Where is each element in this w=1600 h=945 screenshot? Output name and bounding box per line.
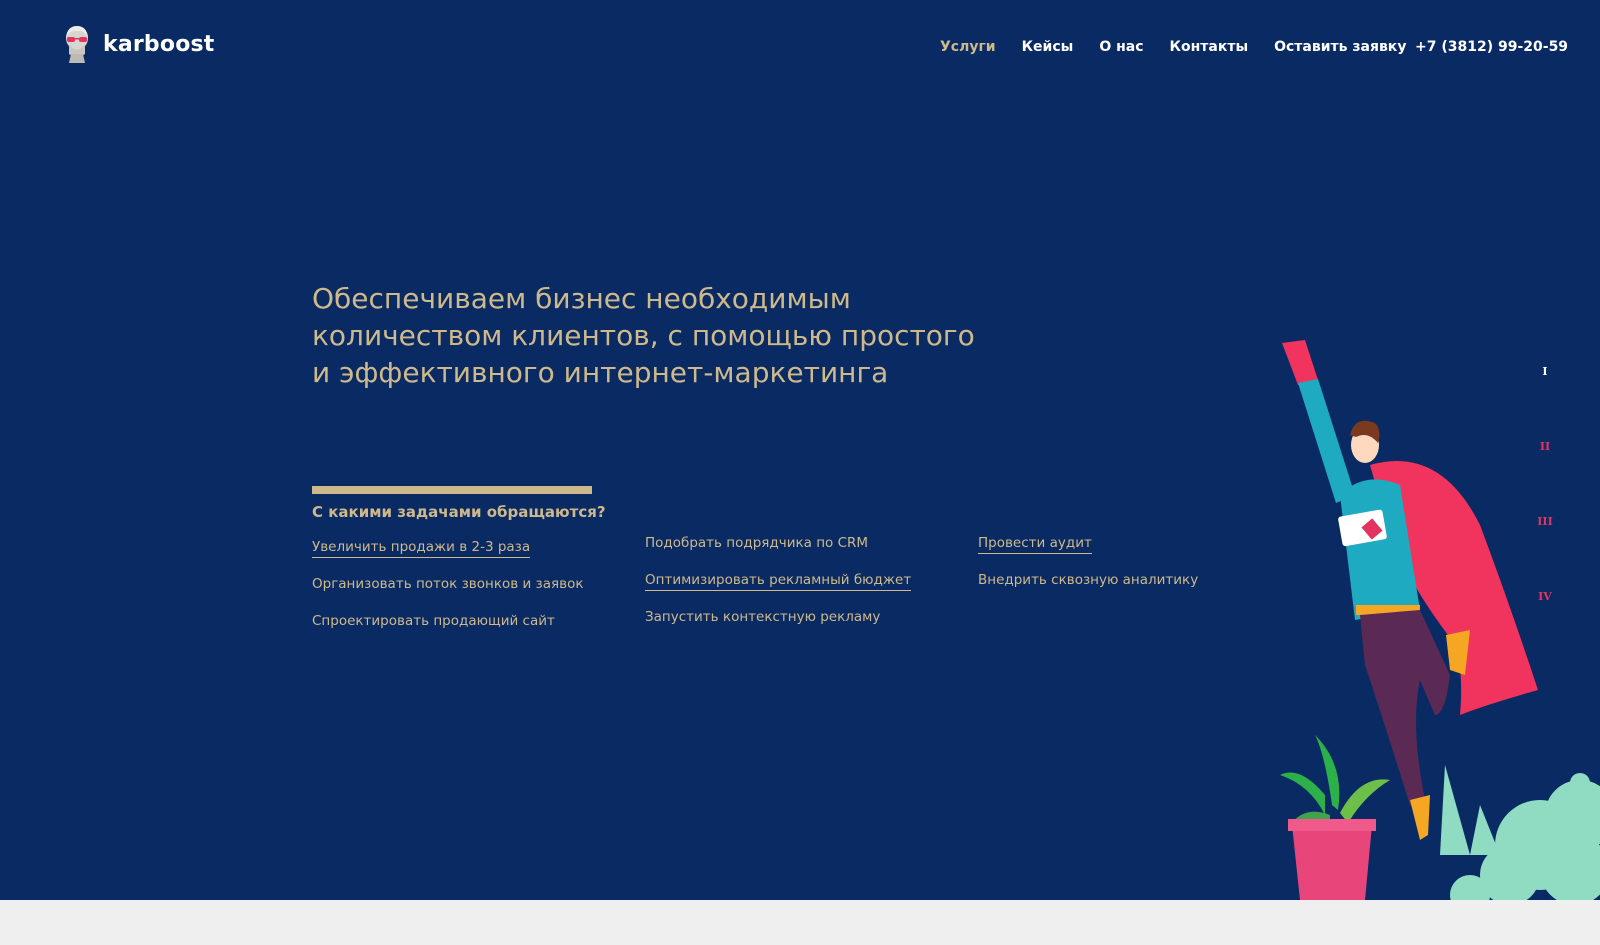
footer-strip: [0, 900, 1600, 945]
smoke-cloud-icon: [1440, 765, 1600, 900]
task-link-optimize-budget[interactable]: Оптимизировать рекламный бюджет: [645, 569, 912, 606]
tasks-column: Увеличить продажи в 2-3 раза Организоват…: [312, 536, 583, 647]
nav-item-services[interactable]: Услуги: [940, 39, 996, 55]
brand-name: karboost: [103, 31, 215, 57]
hero-headline: Обеспечиваем бизнес необходимым количест…: [312, 280, 1072, 391]
task-link-increase-sales[interactable]: Увеличить продажи в 2-3 раза: [312, 536, 583, 573]
hero-section: karboost Услуги Кейсы О нас Контакты Ост…: [0, 0, 1600, 900]
task-item-context-ads[interactable]: Запустить контекстную рекламу: [645, 606, 911, 643]
nav-item-cases[interactable]: Кейсы: [1022, 39, 1074, 55]
phone-link[interactable]: +7 (3812) 99-20-59: [1415, 39, 1568, 55]
nav-item-about[interactable]: О нас: [1099, 39, 1143, 55]
task-item-analytics[interactable]: Внедрить сквозную аналитику: [978, 569, 1198, 606]
task-item-selling-site[interactable]: Спроектировать продающий сайт: [312, 610, 583, 647]
headline-line: и эффективного интернет-маркетинга: [312, 356, 889, 389]
nav-item-request[interactable]: Оставить заявку: [1274, 39, 1406, 55]
logo[interactable]: karboost: [61, 24, 215, 64]
tasks-column: Подобрать подрядчика по CRM Оптимизирова…: [645, 532, 912, 643]
bust-with-glasses-icon: [66, 26, 88, 63]
task-item-crm[interactable]: Подобрать подрядчика по CRM: [645, 532, 911, 569]
headline-line: количеством клиентов, с помощью простого: [312, 319, 975, 352]
flying-superhero-illustration: [1280, 340, 1600, 900]
task-item-calls-flow[interactable]: Организовать поток звонков и заявок: [312, 573, 583, 610]
task-link-audit[interactable]: Провести аудит: [978, 532, 1198, 569]
tasks-heading: С какими задачами обращаются?: [312, 503, 606, 521]
main-nav: Услуги Кейсы О нас Контакты Оставить зая…: [940, 39, 1406, 55]
divider-bar: [312, 486, 592, 494]
potted-plant-icon: [1280, 735, 1390, 900]
headline-line: Обеспечиваем бизнес необходимым: [312, 282, 851, 315]
nav-item-contacts[interactable]: Контакты: [1170, 39, 1249, 55]
tasks-column: Провести аудит Внедрить сквозную аналити…: [978, 532, 1198, 606]
